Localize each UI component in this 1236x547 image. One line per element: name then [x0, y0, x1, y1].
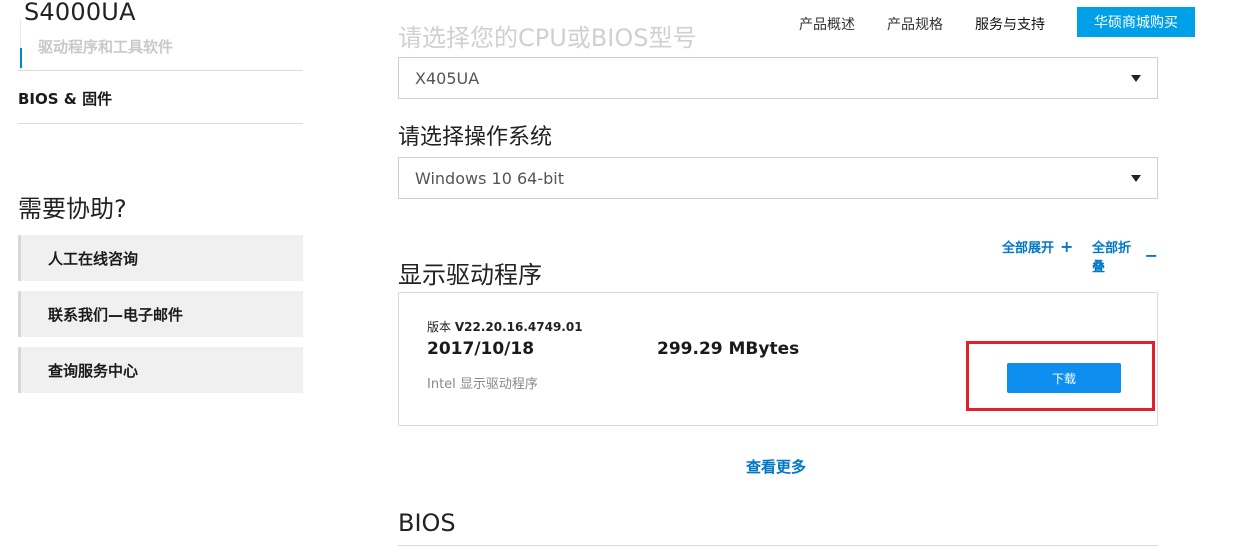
collapse-all-link[interactable]: 全部折叠 −	[1092, 237, 1158, 275]
os-prompt: 请选择操作系统	[398, 125, 553, 150]
live-chat-button[interactable]: 人工在线咨询	[18, 235, 303, 281]
buy-button[interactable]: 华硕商城购买	[1077, 7, 1195, 37]
expand-all-link[interactable]: 全部展开 +	[1002, 237, 1073, 256]
section-title-bios: BIOS	[398, 509, 456, 537]
support-page: S4000UA 驱动程序和工具软件 BIOS & 固件 需要协助? 人工在线咨询…	[0, 0, 1236, 547]
sidebar-divider	[18, 123, 303, 124]
driver-card: 版本 V22.20.16.4749.01 2017/10/18 299.29 M…	[398, 292, 1158, 426]
caret-down-icon	[1131, 75, 1141, 82]
download-button[interactable]: 下载	[1007, 363, 1121, 393]
driver-size: 299.29 MBytes	[657, 339, 800, 359]
help-title: 需要协助?	[18, 195, 127, 223]
sidebar-item-bios[interactable]: BIOS & 固件	[18, 88, 112, 109]
see-more-link[interactable]: 查看更多	[746, 456, 806, 477]
driver-date: 2017/10/18	[427, 339, 535, 359]
nav-item-specs[interactable]: 产品规格	[887, 14, 943, 34]
caret-down-icon	[1131, 175, 1141, 182]
model-select[interactable]: X405UA	[398, 57, 1158, 99]
driver-version: 版本 V22.20.16.4749.01	[427, 318, 583, 335]
bios-divider	[398, 545, 1158, 546]
os-select-value: Windows 10 64-bit	[415, 168, 564, 188]
nav-item-overview[interactable]: 产品概述	[799, 14, 855, 34]
collapse-all-label: 全部折叠	[1092, 241, 1132, 275]
expand-all-label: 全部展开	[1002, 241, 1055, 256]
sidebar-divider	[18, 70, 303, 71]
top-nav: 产品概述 产品规格 服务与支持 华硕商城购买	[0, 0, 1236, 46]
version-number: V22.20.16.4749.01	[454, 320, 583, 334]
version-label: 版本	[427, 320, 452, 334]
sidebar-active-indicator	[20, 48, 22, 68]
minus-icon: −	[1144, 246, 1158, 265]
email-contact-button[interactable]: 联系我们—电子邮件	[18, 291, 303, 337]
os-select[interactable]: Windows 10 64-bit	[398, 157, 1158, 199]
driver-description: Intel 显示驱动程序	[427, 377, 538, 392]
model-select-value: X405UA	[415, 68, 480, 88]
nav-item-support[interactable]: 服务与支持	[975, 14, 1045, 34]
section-title-display-driver: 显示驱动程序	[398, 261, 542, 289]
service-center-button[interactable]: 查询服务中心	[18, 347, 303, 393]
plus-icon: +	[1060, 236, 1074, 256]
